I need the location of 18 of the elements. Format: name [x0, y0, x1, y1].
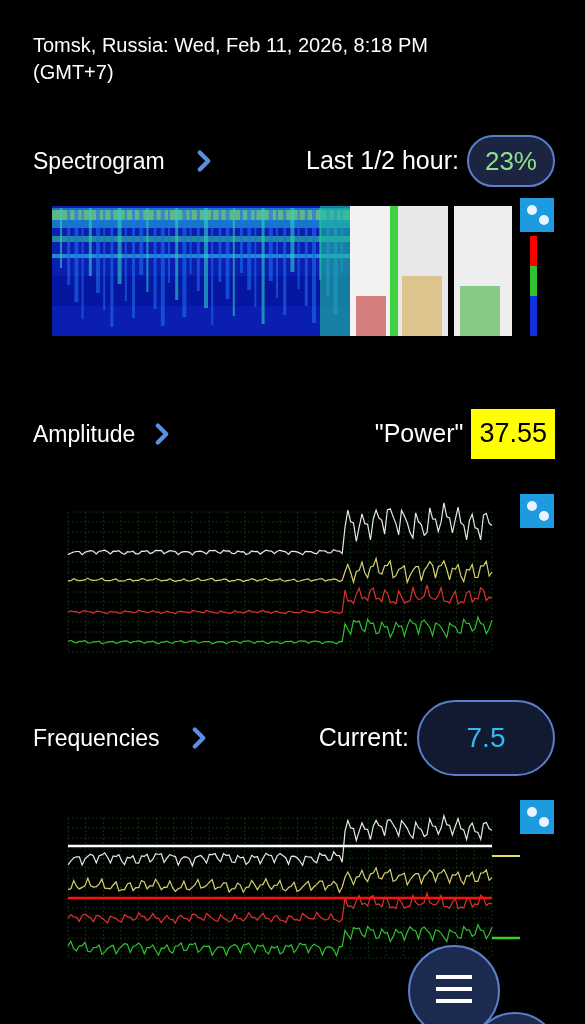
section-title: Frequencies — [33, 723, 160, 753]
logo-icon — [520, 494, 554, 528]
level-line — [491, 855, 521, 857]
logo-icon — [520, 800, 554, 834]
menu-button[interactable] — [408, 945, 500, 1024]
section-title: Amplitude — [33, 419, 136, 449]
timezone: (GMT+7) — [33, 60, 115, 85]
level-line — [492, 936, 520, 940]
reading-label: Last 1/2 hour: — [306, 145, 459, 177]
frequency-value: 7.5 — [417, 700, 555, 776]
percentage-badge: 23% — [466, 134, 555, 188]
location-time: Tomsk, Russia: Wed, Feb 11, 2026, 8:18 PM — [33, 33, 429, 58]
logo-icon — [520, 198, 554, 232]
power-value: 37.55 — [471, 409, 555, 459]
menu-icon — [436, 975, 472, 1003]
reading-label: "Power" — [374, 418, 464, 450]
reading-label: Current: — [318, 722, 409, 754]
section-title: Spectrogram — [33, 146, 165, 176]
